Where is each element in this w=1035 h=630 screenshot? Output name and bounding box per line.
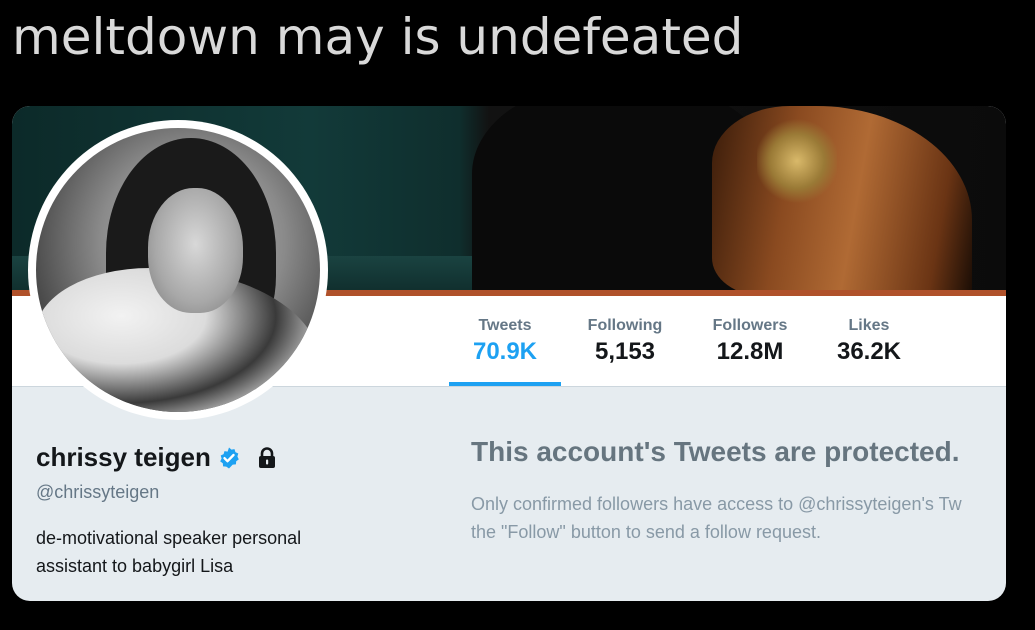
- active-tab-indicator: [449, 382, 561, 386]
- profile-name[interactable]: chrissy teigen: [36, 442, 211, 473]
- protected-description: Only confirmed followers have access to …: [471, 490, 1006, 546]
- bio-line: assistant to babygirl Lisa: [36, 556, 234, 576]
- bio-line: de-motivational speaker personal: [36, 528, 302, 548]
- followers-count: 12.8M: [716, 338, 784, 365]
- protected-text-line: the "Follow" button to send a follow req…: [471, 522, 821, 542]
- protected-title: This account's Tweets are protected.: [471, 436, 960, 467]
- twitter-profile-card: Tweets 70.9K Following 5,153 Followers 1…: [12, 106, 1006, 601]
- avatar-photo: [36, 128, 320, 412]
- meme-caption: meltdown may is undefeated: [12, 8, 744, 66]
- tweets-count: 70.9K: [472, 338, 538, 365]
- followers-label: Followers: [712, 317, 788, 334]
- protected-text-line: Only confirmed followers have access to …: [471, 494, 962, 514]
- tab-following[interactable]: Following 5,153: [575, 316, 675, 368]
- profile-name-row: chrissy teigen: [36, 442, 279, 473]
- tweets-label: Tweets: [478, 317, 532, 334]
- tab-tweets[interactable]: Tweets 70.9K: [449, 316, 561, 368]
- tab-likes[interactable]: Likes 36.2K: [826, 316, 912, 368]
- likes-count: 36.2K: [836, 338, 902, 365]
- tab-followers[interactable]: Followers 12.8M: [700, 316, 800, 368]
- profile-handle[interactable]: @chrissyteigen: [36, 482, 159, 503]
- verified-badge-icon: [217, 446, 241, 470]
- profile-avatar[interactable]: [28, 120, 328, 420]
- lock-icon: [255, 446, 279, 470]
- profile-bio: de-motivational speaker personal assista…: [36, 524, 356, 580]
- following-label: Following: [587, 317, 663, 334]
- likes-label: Likes: [848, 317, 890, 334]
- following-count: 5,153: [594, 338, 656, 365]
